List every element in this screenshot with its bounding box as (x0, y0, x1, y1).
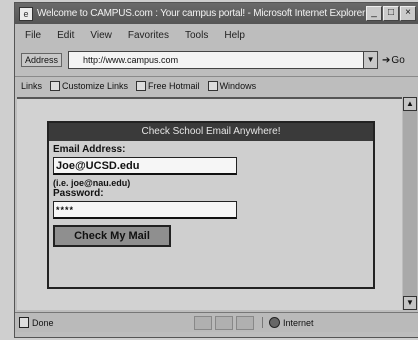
password-field[interactable]: **** (53, 201, 237, 219)
menu-view[interactable]: View (90, 30, 112, 41)
status-text: Done (32, 317, 54, 328)
status-done: Done (19, 317, 194, 328)
link-label: Customize Links (62, 80, 129, 91)
security-zone: Internet (262, 317, 314, 328)
browser-icon: e (19, 6, 33, 21)
go-button[interactable]: ➔ Go (382, 55, 405, 66)
zone-label: Internet (283, 317, 314, 328)
browser-window: e Welcome to CAMPUS.com : Your campus po… (14, 2, 418, 338)
link-label: Free Hotmail (148, 80, 200, 91)
link-label: Windows (219, 80, 257, 91)
menu-edit[interactable]: Edit (57, 30, 74, 41)
menu-tools[interactable]: Tools (185, 30, 208, 41)
page-status-icon (19, 317, 29, 328)
title-bar: e Welcome to CAMPUS.com : Your campus po… (15, 3, 418, 24)
link-free-hotmail[interactable]: Free Hotmail (136, 80, 200, 91)
menu-help[interactable]: Help (224, 30, 245, 41)
scroll-down-arrow-icon[interactable]: ▼ (403, 296, 417, 310)
status-bar: Done Internet (15, 312, 418, 332)
link-customize-links[interactable]: Customize Links (50, 80, 129, 91)
close-button[interactable]: × (400, 6, 416, 21)
scroll-up-arrow-icon[interactable]: ▲ (403, 97, 417, 111)
link-page-icon (50, 80, 61, 91)
go-label: Go (391, 54, 405, 66)
status-panel (194, 315, 212, 330)
links-label: Links (21, 80, 43, 91)
go-arrow-icon: ➔ (382, 54, 391, 66)
check-mail-button[interactable]: Check My Mail (53, 225, 171, 247)
form-header: Check School Email Anywhere! (49, 123, 373, 141)
window-title: Welcome to CAMPUS.com : Your campus port… (37, 8, 366, 19)
address-dropdown-button[interactable]: ▼ (364, 51, 379, 69)
menu-bar: File Edit View Favorites Tools Help (15, 26, 418, 44)
page-content: Check School Email Anywhere! Email Addre… (17, 97, 402, 310)
link-page-icon (207, 80, 218, 91)
address-bar: Address http://www.campus.com ▼ ➔ Go (15, 48, 418, 72)
email-label: Email Address: (53, 144, 126, 155)
window-controls: _ □ × (366, 6, 416, 21)
link-windows[interactable]: Windows (207, 80, 257, 91)
link-page-icon (136, 80, 147, 91)
maximize-button[interactable]: □ (383, 6, 399, 21)
email-login-form: Check School Email Anywhere! Email Addre… (47, 121, 375, 289)
status-panel (236, 315, 254, 330)
vertical-scrollbar[interactable]: ▲ ▼ (403, 97, 417, 310)
email-field[interactable]: Joe@UCSD.edu (53, 157, 237, 175)
links-bar: Links Customize Links Free Hotmail Windo… (15, 76, 418, 94)
menu-favorites[interactable]: Favorites (128, 30, 169, 41)
email-hint: (i.e. joe@nau.edu) (53, 178, 131, 188)
minimize-button[interactable]: _ (366, 6, 382, 21)
address-label: Address (21, 53, 63, 67)
password-label: Password: (53, 188, 104, 199)
menu-file[interactable]: File (25, 30, 41, 41)
address-input[interactable]: http://www.campus.com (68, 51, 365, 69)
status-panels (194, 315, 254, 330)
status-panel (215, 315, 233, 330)
globe-icon (269, 317, 280, 328)
